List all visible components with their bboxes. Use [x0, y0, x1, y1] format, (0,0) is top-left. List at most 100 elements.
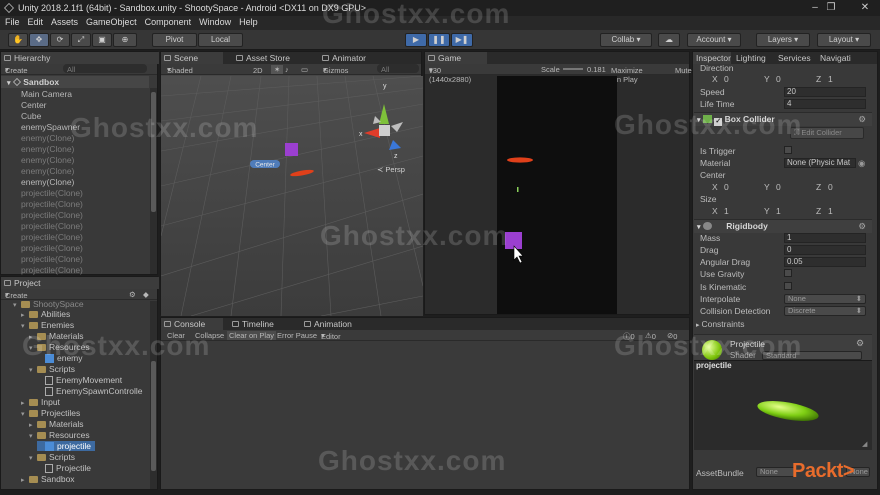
- restore-icon[interactable]: ❐: [824, 2, 838, 14]
- angular-drag-field[interactable]: 0.05: [784, 257, 866, 267]
- expand-arrow-icon[interactable]: ▸: [29, 421, 37, 429]
- tab-project[interactable]: Project: [1, 277, 159, 289]
- tab-lighting[interactable]: Lighting: [733, 52, 770, 64]
- scene-root[interactable]: ▾ Sandbox: [1, 76, 149, 88]
- collab-button[interactable]: Collab ▾: [600, 33, 652, 47]
- console-clear-on-play-button[interactable]: Clear on Play: [227, 331, 277, 340]
- scale-tool-icon[interactable]: ⤢: [71, 33, 91, 47]
- tab-navigation[interactable]: Navigati: [817, 52, 879, 64]
- hierarchy-item[interactable]: enemy(Clone): [21, 144, 74, 154]
- expand-arrow-icon[interactable]: ▾: [29, 366, 37, 374]
- project-item[interactable]: ▸ Sandbox: [21, 474, 75, 484]
- expand-arrow-icon[interactable]: ▾: [21, 410, 29, 418]
- hierarchy-item[interactable]: projectile(Clone): [21, 265, 83, 275]
- collision-detection-dropdown[interactable]: Discrete ⬍: [784, 306, 866, 316]
- hierarchy-item[interactable]: projectile(Clone): [21, 254, 83, 264]
- project-scroll-thumb[interactable]: [151, 361, 156, 471]
- project-item[interactable]: ▸ Abilities: [21, 309, 70, 319]
- gizmo-center-cube[interactable]: [379, 125, 390, 136]
- hierarchy-item[interactable]: enemy(Clone): [21, 133, 74, 143]
- tab-animation[interactable]: Animation: [301, 318, 356, 330]
- expand-arrow-icon[interactable]: ▾: [29, 432, 37, 440]
- direction-x-value[interactable]: 0: [724, 74, 729, 84]
- pause-button[interactable]: ❚❚: [428, 33, 450, 47]
- size-z-value[interactable]: 1: [828, 206, 833, 216]
- menu-help[interactable]: Help: [234, 16, 261, 27]
- size-x-value[interactable]: 1: [724, 206, 729, 216]
- center-x-value[interactable]: 0: [724, 182, 729, 192]
- menu-file[interactable]: File: [0, 16, 23, 27]
- hierarchy-scroll-thumb[interactable]: [151, 92, 156, 212]
- size-y-value[interactable]: 1: [776, 206, 781, 216]
- tab-asset-store[interactable]: Asset Store: [233, 52, 294, 64]
- preview-resize-icon[interactable]: ◢: [862, 441, 868, 448]
- use-gravity-checkbox[interactable]: [784, 269, 792, 277]
- console-error-pause-button[interactable]: Error Pause: [277, 331, 317, 340]
- project-item[interactable]: ▾ Resources: [29, 430, 90, 440]
- hierarchy-item[interactable]: enemy(Clone): [21, 166, 74, 176]
- play-button[interactable]: ▶: [405, 33, 427, 47]
- expand-arrow-icon[interactable]: ▾: [29, 454, 37, 462]
- minimize-icon[interactable]: –: [808, 2, 822, 14]
- rect-tool-icon[interactable]: ▣: [92, 33, 112, 47]
- preview-area[interactable]: ◢: [694, 370, 872, 450]
- filter-icon[interactable]: ⚙: [129, 290, 136, 299]
- constraints-foldout[interactable]: ▸ Constraints: [696, 319, 744, 329]
- tab-hierarchy[interactable]: Hierarchy: [1, 52, 159, 64]
- menu-assets[interactable]: Assets: [46, 16, 81, 27]
- expand-arrow-icon[interactable]: ▸: [21, 476, 29, 484]
- speed-field[interactable]: 20: [784, 87, 866, 97]
- menu-gameobject[interactable]: GameObject: [81, 16, 140, 27]
- menu-edit[interactable]: Edit: [23, 16, 47, 27]
- tab-console[interactable]: Console: [161, 318, 223, 330]
- project-item[interactable]: ▾ Enemies: [21, 320, 74, 330]
- project-item[interactable]: ▸ Materials: [29, 419, 83, 429]
- component-settings-icon[interactable]: ⚙: [858, 220, 866, 233]
- resolution-dropdown[interactable]: v30 (1440x2880) ▾: [429, 65, 471, 84]
- hierarchy-item[interactable]: projectile(Clone): [21, 199, 83, 209]
- hierarchy-item[interactable]: projectile(Clone): [21, 188, 83, 198]
- hierarchy-item[interactable]: enemy(Clone): [21, 177, 74, 187]
- step-button[interactable]: ▶❚: [451, 33, 473, 47]
- hierarchy-item[interactable]: Cube: [21, 111, 41, 121]
- is-kinematic-checkbox[interactable]: [784, 282, 792, 290]
- scene-search-input[interactable]: All: [377, 64, 419, 74]
- rigidbody-header[interactable]: ▾ Rigidbody ⚙: [694, 219, 872, 233]
- layers-button[interactable]: Layers ▾: [756, 33, 810, 47]
- gizmos-dropdown[interactable]: Gizmos ▾: [323, 65, 348, 75]
- project-item[interactable]: ▾ Scripts: [29, 364, 75, 374]
- is-trigger-checkbox[interactable]: [784, 146, 792, 154]
- tab-scene[interactable]: Scene: [161, 52, 223, 64]
- enemy-cube[interactable]: [285, 143, 298, 156]
- account-button[interactable]: Account ▾: [687, 33, 741, 47]
- effects-toggle-icon[interactable]: ▭: [301, 65, 308, 74]
- interpolate-dropdown[interactable]: None ⬍: [784, 294, 866, 304]
- project-item[interactable]: projectile: [37, 441, 96, 451]
- hierarchy-item[interactable]: projectile(Clone): [21, 243, 83, 253]
- move-tool-icon[interactable]: ✥: [29, 33, 49, 47]
- object-picker-icon[interactable]: ◉: [858, 158, 865, 169]
- tab-timeline[interactable]: Timeline: [229, 318, 278, 330]
- local-button[interactable]: Local: [198, 33, 243, 47]
- menu-window[interactable]: Window: [194, 16, 234, 27]
- project-root[interactable]: ▾ ShootySpace: [13, 299, 84, 309]
- project-item[interactable]: ▸ Input: [21, 397, 60, 407]
- hierarchy-item[interactable]: projectile(Clone): [21, 232, 83, 242]
- project-item[interactable]: Projectile: [37, 463, 91, 473]
- direction-z-value[interactable]: 1: [828, 74, 833, 84]
- expand-arrow-icon[interactable]: ▸: [21, 399, 29, 407]
- material-settings-icon[interactable]: ⚙: [856, 338, 864, 349]
- hierarchy-create-button[interactable]: Create ▾: [5, 65, 28, 75]
- hierarchy-search-input[interactable]: All: [63, 64, 147, 74]
- drag-field[interactable]: 0: [784, 245, 866, 255]
- console-editor-dropdown[interactable]: Editor ▾: [321, 331, 341, 341]
- tab-animator[interactable]: Animator: [319, 52, 370, 64]
- hierarchy-item[interactable]: projectile(Clone): [21, 210, 83, 220]
- expand-arrow-icon[interactable]: ▾: [21, 322, 29, 330]
- expand-arrow-icon[interactable]: ▸: [21, 311, 29, 319]
- tag-icon[interactable]: ◆: [143, 290, 149, 299]
- close-icon[interactable]: ✕: [858, 2, 872, 14]
- rotate-tool-icon[interactable]: ⟳: [50, 33, 70, 47]
- hierarchy-item[interactable]: Main Camera: [21, 89, 72, 99]
- center-y-value[interactable]: 0: [776, 182, 781, 192]
